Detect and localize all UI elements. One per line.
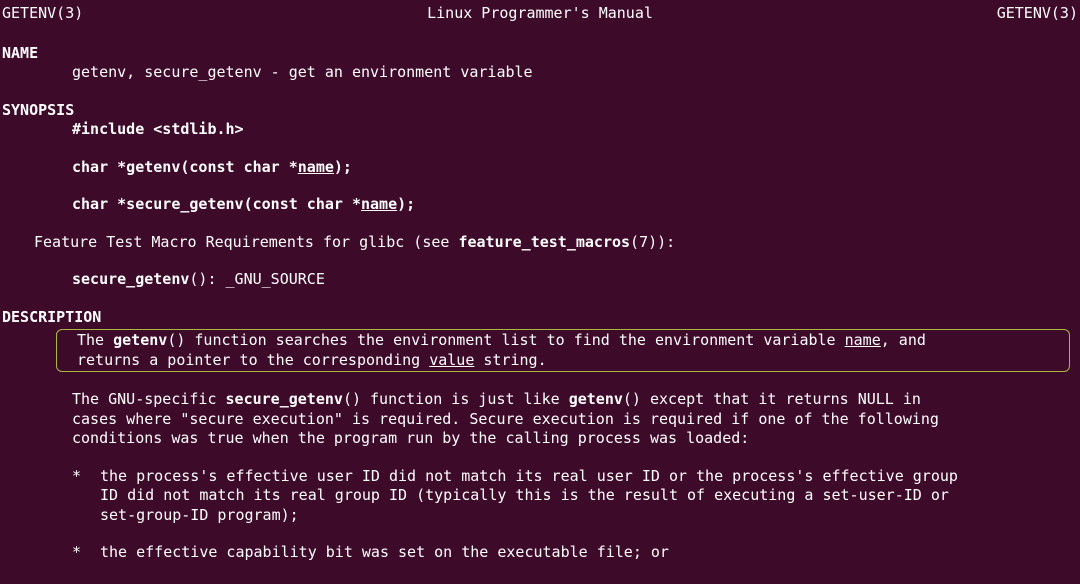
p2-part3: () except that it returns NULL in <box>623 390 921 408</box>
sig1-pre: char *getenv(const char * <box>72 158 298 176</box>
feature-bold: feature_test_macros <box>458 233 630 251</box>
desc-p2-line3: conditions was true when the program run… <box>72 429 1078 449</box>
p1-part3: , and <box>881 331 926 349</box>
p1-part1: The <box>77 331 113 349</box>
desc-p2-line2: cases where "secure execution" is requir… <box>72 410 1078 430</box>
bullet-mark: * <box>72 543 100 563</box>
p1-line2-part1: returns a pointer to the corresponding <box>77 351 429 369</box>
bullet1-line1: the process's effective user ID did not … <box>100 467 1078 487</box>
header-center: Linux Programmer's Manual <box>427 4 653 24</box>
sig2-pre: char *secure_getenv(const char * <box>72 195 361 213</box>
sig1-post: ); <box>334 158 352 176</box>
section-description-title: DESCRIPTION <box>2 308 1078 328</box>
synopsis-sig1: char *getenv(const char *name); <box>2 158 1078 178</box>
feature-post: (7)): <box>630 233 675 251</box>
bullet-item-2: * the effective capability bit was set o… <box>2 543 1078 563</box>
bullet1-content: the process's effective user ID did not … <box>100 467 1078 526</box>
sig2-param: name <box>361 195 397 213</box>
secure-getenv-req: secure_getenv(): _GNU_SOURCE <box>2 270 1078 290</box>
sig2-post: ); <box>397 195 415 213</box>
section-name-title: NAME <box>2 44 1078 64</box>
secure-post: (): _GNU_SOURCE <box>189 270 324 288</box>
synopsis-sig2: char *secure_getenv(const char *name); <box>2 195 1078 215</box>
p2-bold2: getenv <box>569 390 623 408</box>
feature-test-line: Feature Test Macro Requirements for glib… <box>2 233 1078 253</box>
synopsis-include: #include <stdlib.h> <box>2 120 1078 140</box>
sig1-param: name <box>298 158 334 176</box>
p1-line2-part2: string. <box>474 351 546 369</box>
p2-bold1: secure_getenv <box>226 390 343 408</box>
p2-part2: () function is just like <box>343 390 569 408</box>
desc-p2: The GNU-specific secure_getenv() functio… <box>2 390 1078 449</box>
p1-underline1: name <box>845 331 881 349</box>
bullet1-line2: ID did not match its real group ID (typi… <box>100 486 1078 506</box>
section-synopsis-title: SYNOPSIS <box>2 101 1078 121</box>
desc-p2-line1: The GNU-specific secure_getenv() functio… <box>72 390 1078 410</box>
p1-bold1: getenv <box>113 331 167 349</box>
p2-part1: The GNU-specific <box>72 390 226 408</box>
p1-line2-underline: value <box>429 351 474 369</box>
bullet-item-1: * the process's effective user ID did no… <box>2 467 1078 526</box>
p1-part2: () function searches the environment lis… <box>167 331 844 349</box>
bullet-mark: * <box>72 467 100 526</box>
name-text: getenv, secure_getenv - get an environme… <box>2 63 1078 83</box>
desc-p1-line1: The getenv() function searches the envir… <box>61 331 1065 351</box>
header-left: GETENV(3) <box>2 4 83 24</box>
feature-pre: Feature Test Macro Requirements for glib… <box>34 233 458 251</box>
secure-bold: secure_getenv <box>72 270 189 288</box>
highlighted-paragraph: The getenv() function searches the envir… <box>56 329 1070 372</box>
manpage-header: GETENV(3) Linux Programmer's Manual GETE… <box>2 4 1078 24</box>
header-right: GETENV(3) <box>997 4 1078 24</box>
bullet1-line3: set-group-ID program); <box>100 506 1078 526</box>
bullet2-content: the effective capability bit was set on … <box>100 543 1078 563</box>
desc-p1-line2: returns a pointer to the corresponding v… <box>61 351 1065 371</box>
